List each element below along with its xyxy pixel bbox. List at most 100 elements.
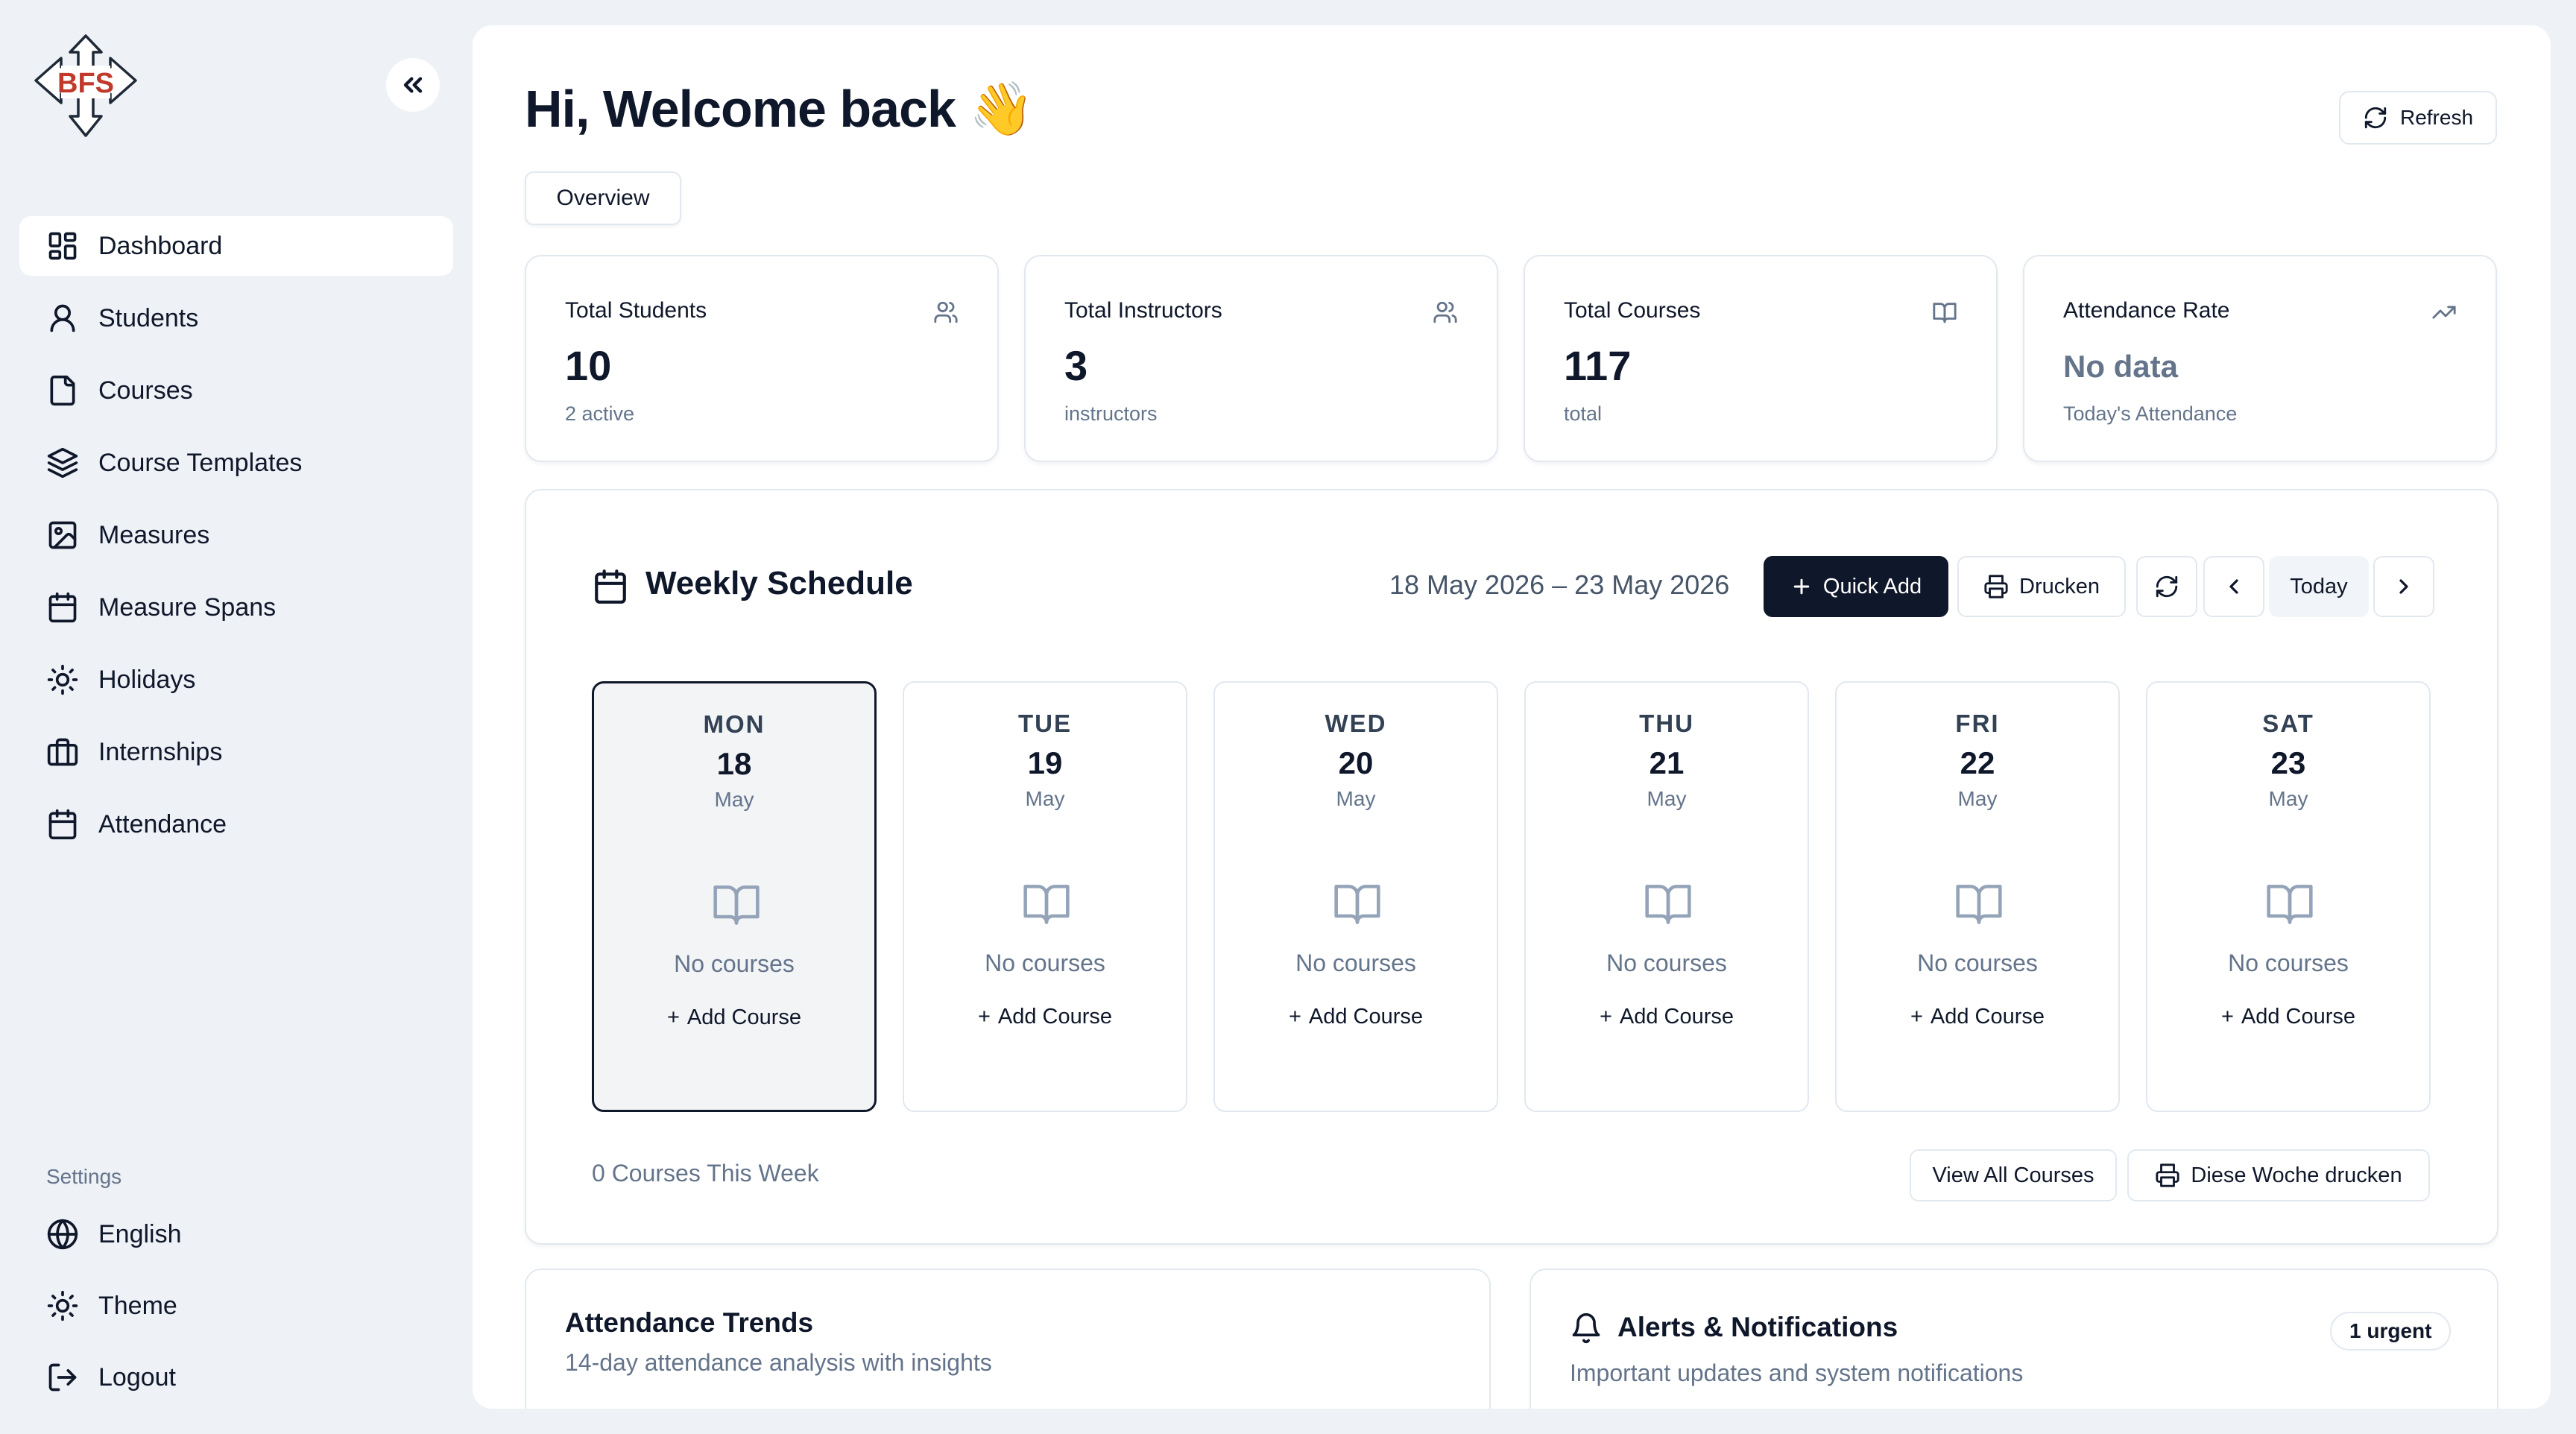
plus-icon: + (666, 1005, 680, 1029)
stat-subtext: Today's Attendance (2063, 402, 2238, 425)
empty-state-text: No courses (1606, 950, 1727, 976)
sidebar-item-attendance[interactable]: Attendance (19, 795, 453, 854)
dashboard-icon (48, 232, 77, 260)
day-of-week: MON (703, 710, 765, 738)
plus-icon: + (1599, 1005, 1612, 1029)
plus-icon: + (1288, 1005, 1301, 1029)
add-course-link[interactable]: + Add Course (1215, 1005, 1497, 1029)
day-of-week: WED (1325, 710, 1387, 737)
wave-emoji: 👋 (969, 80, 1034, 138)
sidebar-item-internships[interactable]: Internships (19, 722, 453, 782)
quick-add-button[interactable]: Quick Add (1764, 556, 1948, 617)
greeting-text: Hi, Welcome back (525, 80, 956, 138)
day-column-fri[interactable]: FRI 22 May No courses + Add Course (1835, 681, 2120, 1112)
add-course-label: Add Course (1930, 1005, 2045, 1029)
day-month: May (714, 788, 754, 811)
file-icon (50, 375, 75, 406)
sidebar-item-label: Course Templates (98, 448, 303, 477)
day-number: 20 (1338, 745, 1374, 780)
day-of-week: TUE (1018, 710, 1072, 737)
add-course-link[interactable]: + Add Course (1837, 1005, 2118, 1029)
stat-card-total-courses: Total Courses 117 total (1524, 255, 1998, 462)
print-week-label: Diese Woche drucken (2191, 1163, 2402, 1187)
collapse-sidebar-button[interactable] (386, 58, 440, 112)
stat-value: No data (2063, 349, 2179, 384)
day-number: 19 (1027, 745, 1063, 780)
sidebar-item-holidays[interactable]: Holidays (19, 650, 453, 710)
print-week-button[interactable]: Diese Woche drucken (2127, 1149, 2430, 1201)
sidebar-item-course-templates[interactable]: Course Templates (19, 433, 453, 493)
chevron-right-icon (2399, 579, 2408, 594)
next-week-button[interactable] (2373, 556, 2434, 617)
stat-subtext: total (1564, 402, 1603, 425)
sidebar-item-dashboard[interactable]: Dashboard (19, 216, 453, 276)
empty-state-text: No courses (2228, 950, 2349, 976)
image-icon (48, 521, 77, 549)
book-icon (1956, 885, 2002, 924)
logout-button[interactable]: Logout (19, 1348, 453, 1407)
users-icon (934, 301, 958, 323)
day-column-sat[interactable]: SAT 23 May No courses + Add Course (2146, 681, 2431, 1112)
day-column-tue[interactable]: TUE 19 May No courses + Add Course (903, 681, 1187, 1112)
printer-icon (1984, 575, 2008, 598)
day-column-mon[interactable]: MON 18 May No courses + Add Course (592, 681, 877, 1112)
sun-icon (47, 1290, 78, 1321)
quick-add-label: Quick Add (1822, 574, 1922, 598)
theme-toggle[interactable]: Theme (19, 1276, 453, 1336)
language-label: English (98, 1219, 182, 1248)
day-number: 23 (2270, 745, 2306, 780)
add-course-link[interactable]: + Add Course (594, 1005, 874, 1030)
add-course-label: Add Course (1308, 1005, 1424, 1029)
day-number: 22 (1960, 745, 1995, 780)
reload-schedule-button[interactable] (2136, 556, 2197, 617)
stat-value: 10 (565, 342, 612, 389)
book-icon (2267, 885, 2313, 924)
day-number: 18 (716, 746, 752, 781)
sidebar-item-label: Students (98, 303, 199, 332)
trending-up-icon (2432, 306, 2456, 319)
book-icon (1334, 885, 1380, 924)
print-label: Drucken (2019, 574, 2100, 598)
empty-state-text: No courses (674, 950, 795, 977)
add-course-link[interactable]: + Add Course (904, 1005, 1186, 1029)
logout-icon (48, 1363, 77, 1392)
briefcase-icon (47, 738, 78, 766)
print-button[interactable]: Drucken (1957, 556, 2126, 617)
stat-subtext: instructors (1064, 402, 1158, 425)
day-column-wed[interactable]: WED 20 May No courses + Add Course (1213, 681, 1498, 1112)
add-course-label: Add Course (1619, 1005, 1734, 1029)
stat-title: Total Students (565, 298, 707, 323)
language-selector[interactable]: English (19, 1204, 453, 1264)
view-all-courses-button[interactable]: View All Courses (1910, 1149, 2117, 1201)
previous-week-button[interactable] (2203, 556, 2264, 617)
empty-state-text: No courses (1917, 950, 2038, 976)
plus-icon: + (977, 1005, 991, 1029)
sidebar-item-measure-spans[interactable]: Measure Spans (19, 578, 453, 637)
bfs-logo[interactable]: BFS (33, 33, 139, 139)
sidebar-item-measures[interactable]: Measures (19, 505, 453, 565)
today-button[interactable]: Today (2269, 556, 2369, 617)
attendance-trends-card: Attendance Trends 14-day attendance anal… (525, 1269, 1491, 1409)
add-course-link[interactable]: + Add Course (1526, 1005, 1808, 1029)
globe-icon (47, 1219, 78, 1250)
day-month: May (1336, 787, 1376, 810)
logout-label: Logout (98, 1362, 176, 1392)
alerts-card: Alerts & Notifications Important updates… (1530, 1269, 2498, 1409)
stat-subtext: 2 active (565, 402, 635, 425)
user-icon (50, 304, 75, 332)
day-column-thu[interactable]: THU 21 May No courses + Add Course (1524, 681, 1809, 1112)
refresh-button[interactable]: Refresh (2339, 91, 2497, 145)
sidebar-item-label: Measure Spans (98, 593, 277, 622)
sidebar-item-courses[interactable]: Courses (19, 361, 453, 420)
sidebar: BFS Dashboard Students Courses Course Te… (0, 0, 473, 1434)
urgent-badge: 1 urgent (2330, 1312, 2452, 1351)
sidebar-item-label: Measures (98, 520, 210, 549)
sidebar-item-students[interactable]: Students (19, 288, 453, 348)
main-content: Hi, Welcome back 👋 Refresh Overview Tota… (473, 25, 2551, 1409)
plus-icon: + (2220, 1005, 2234, 1029)
sidebar-item-label: Holidays (98, 665, 196, 694)
tab-overview[interactable]: Overview (525, 171, 681, 225)
book-icon (1645, 885, 1691, 924)
add-course-link[interactable]: + Add Course (2147, 1005, 2429, 1029)
theme-label: Theme (98, 1291, 177, 1320)
